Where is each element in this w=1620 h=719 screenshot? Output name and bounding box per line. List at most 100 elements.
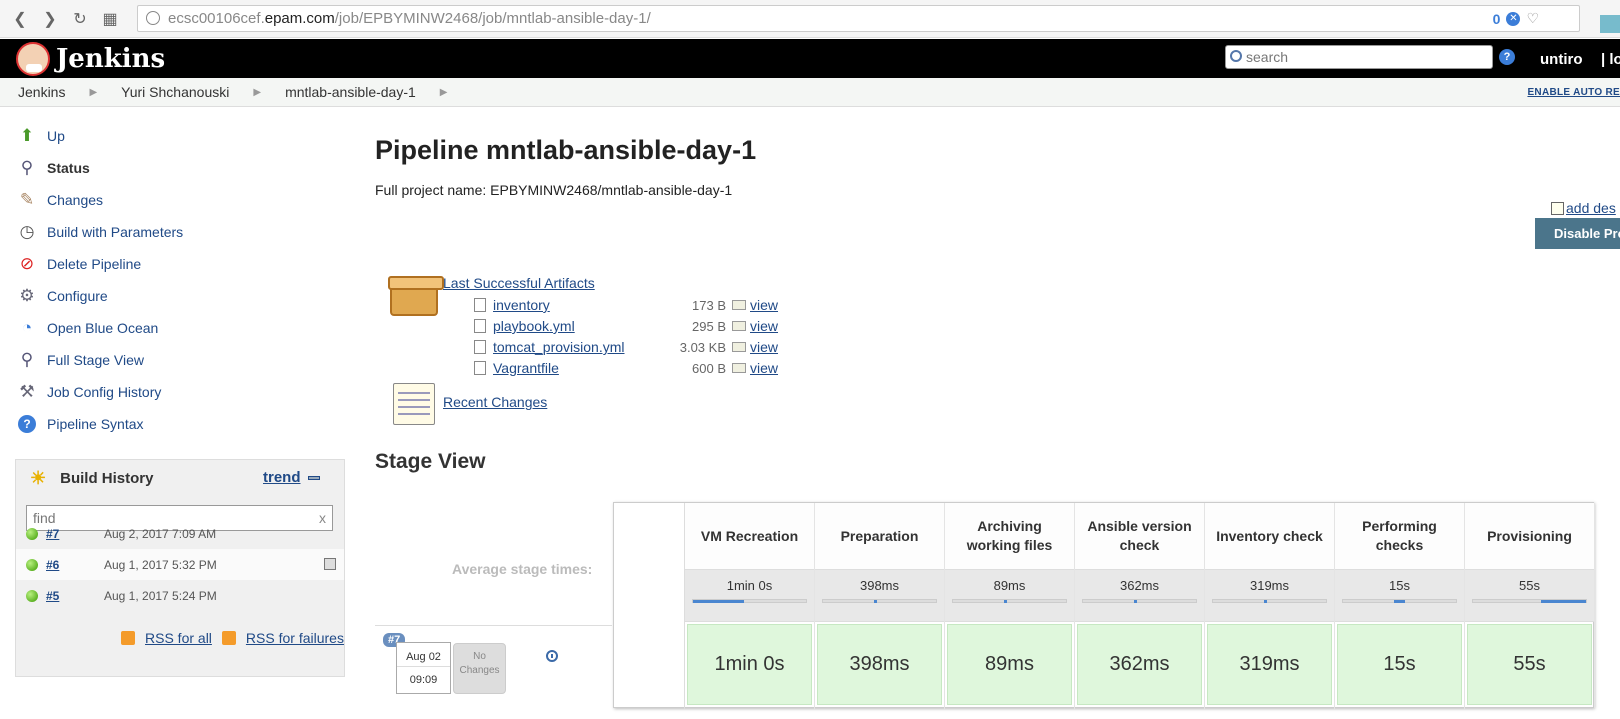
artifact-link[interactable]: playbook.yml [493, 318, 575, 334]
no-changes-box[interactable]: No Changes [453, 643, 506, 694]
reload-icon[interactable]: ↻ [65, 4, 95, 34]
site-info-icon[interactable] [146, 11, 160, 25]
stage-result-cell[interactable]: 15s [1337, 624, 1462, 705]
stage-header: Performing checks [1335, 503, 1464, 570]
view-link[interactable]: view [750, 297, 778, 313]
logout-link[interactable]: | lo [1601, 51, 1620, 68]
stage-average-bar [952, 599, 1067, 603]
build-number-link[interactable]: #6 [46, 558, 104, 572]
sidebar-item-delete-pipeline[interactable]: ⊘ Delete Pipeline [16, 248, 346, 280]
stage-average: 398ms [815, 570, 944, 622]
help-icon[interactable]: ? [1499, 49, 1515, 65]
back-icon[interactable]: ❮ [5, 4, 35, 34]
artifact-link[interactable]: tomcat_provision.yml [493, 339, 625, 355]
search-input[interactable]: search [1225, 45, 1493, 69]
stage-average: 89ms [945, 570, 1074, 622]
build-date[interactable]: Aug 1, 2017 5:24 PM [104, 589, 217, 603]
address-bar[interactable]: ecsc00106cef. epam.com/job/EPBYMINW2468/j… [137, 5, 1580, 32]
gear-icon: ⚙ [19, 286, 35, 305]
sidebar-item-status[interactable]: ⚲ Status [16, 152, 346, 184]
extension-icon[interactable] [1600, 15, 1620, 33]
stage-average-time: 319ms [1249, 578, 1290, 593]
sidebar-item-label[interactable]: Status [47, 160, 90, 176]
collapse-icon[interactable] [308, 476, 320, 480]
sidebar-item-configure[interactable]: ⚙ Configure [16, 280, 346, 312]
stage-average-time: 1min 0s [726, 578, 773, 593]
sidebar-item-label[interactable]: Up [47, 128, 65, 144]
stage-average-bar [1472, 599, 1587, 603]
sidebar-item-label[interactable]: Pipeline Syntax [47, 416, 144, 432]
sidebar-item-up[interactable]: ⬆ Up [16, 120, 346, 152]
stage-result-cell[interactable]: 319ms [1207, 624, 1332, 705]
disable-project-button[interactable]: Disable Pro [1535, 218, 1620, 249]
chevron-right-icon[interactable]: ▶ [253, 87, 261, 98]
run-time: 09:09 [409, 674, 438, 686]
fingerprint-icon [732, 300, 746, 310]
trend-link[interactable]: trend [263, 469, 301, 486]
enable-auto-refresh-link[interactable]: ENABLE AUTO RE [1527, 87, 1620, 98]
sidebar-item-full-stage-view[interactable]: ⚲ Full Stage View [16, 344, 346, 376]
sidebar-item-build-with-parameters[interactable]: ◷ Build with Parameters [16, 216, 346, 248]
sidebar-item-label[interactable]: Configure [47, 288, 108, 304]
stage-column: Performing checks 15s 15s [1335, 503, 1465, 709]
sidebar-item-label[interactable]: Build with Parameters [47, 224, 183, 240]
stage-column: Archiving working files 89ms 89ms [945, 503, 1075, 709]
forward-icon[interactable]: ❯ [35, 4, 65, 34]
info-icon[interactable] [546, 650, 558, 662]
sidebar-item-pipeline-syntax[interactable]: ? Pipeline Syntax [16, 408, 346, 440]
success-ball-icon [26, 527, 38, 540]
stage-average-bar [1082, 599, 1197, 603]
shield-icon[interactable]: ✕ [1506, 11, 1521, 26]
sidebar-item-label[interactable]: Delete Pipeline [47, 256, 141, 272]
breadcrumb-job[interactable]: mntlab-ansible-day-1 [285, 84, 416, 100]
stage-result-cell[interactable]: 1min 0s [687, 624, 812, 705]
breadcrumb-jenkins[interactable]: Jenkins [18, 84, 65, 100]
sidebar-item-label[interactable]: Open Blue Ocean [47, 320, 158, 336]
stage-result-cell[interactable]: 362ms [1077, 624, 1202, 705]
apps-grid-icon[interactable]: ▦ [95, 4, 125, 34]
build-number-link[interactable]: #7 [46, 527, 104, 541]
build-row: #7 Aug 2, 2017 7:09 AM [16, 518, 344, 549]
breadcrumb-user[interactable]: Yuri Shchanouski [121, 84, 229, 100]
rss-all-link[interactable]: RSS for all [145, 630, 212, 646]
view-link[interactable]: view [750, 360, 778, 376]
build-row: #5 Aug 1, 2017 5:24 PM [16, 580, 344, 611]
sidebar-item-label[interactable]: Changes [47, 192, 103, 208]
view-link[interactable]: view [750, 318, 778, 334]
stage-result-cell[interactable]: 89ms [947, 624, 1072, 705]
jenkins-logo[interactable]: Jenkins [16, 41, 165, 76]
view-link[interactable]: view [750, 339, 778, 355]
zero-badge-icon[interactable]: 0 [1493, 11, 1501, 27]
recent-changes-link[interactable]: Recent Changes [443, 394, 547, 410]
console-icon[interactable] [324, 558, 336, 570]
run-date: Aug 02 [397, 643, 450, 667]
artifact-link[interactable]: Vagrantfile [493, 360, 559, 376]
last-successful-artifacts-link[interactable]: Last Successful Artifacts [443, 275, 595, 291]
address-bar-actions: 0 ✕ ♡ [1493, 10, 1539, 27]
build-date[interactable]: Aug 2, 2017 7:09 AM [104, 527, 216, 541]
chevron-right-icon[interactable]: ▶ [440, 87, 448, 98]
artifact-link[interactable]: inventory [493, 297, 550, 313]
chevron-right-icon[interactable]: ▶ [89, 87, 97, 98]
sidebar-item-open-blue-ocean[interactable]: ◔ Open Blue Ocean [16, 312, 346, 344]
heart-icon[interactable]: ♡ [1526, 10, 1539, 27]
build-number-link[interactable]: #5 [46, 589, 104, 603]
package-icon [388, 276, 444, 316]
add-description-label: add des [1566, 200, 1616, 216]
user-link[interactable]: untiro [1540, 51, 1583, 68]
build-date[interactable]: Aug 1, 2017 5:32 PM [104, 558, 217, 572]
fingerprint-icon [732, 342, 746, 352]
stage-result-cell[interactable]: 55s [1467, 624, 1592, 705]
sidebar-item-changes[interactable]: ✎ Changes [16, 184, 346, 216]
average-stage-times-label: Average stage times: [452, 561, 593, 577]
sidebar-item-label[interactable]: Full Stage View [47, 352, 144, 368]
add-description-link[interactable]: add des [1551, 200, 1616, 216]
rss-failures-link[interactable]: RSS for failures [246, 630, 344, 646]
sidebar-item-label[interactable]: Job Config History [47, 384, 161, 400]
sidebar-item-job-config-history[interactable]: ⚒ Job Config History [16, 376, 346, 408]
stage-average-bar [1212, 599, 1327, 603]
stage-column: Ansible version check 362ms 362ms [1075, 503, 1205, 709]
stage-result-cell[interactable]: 398ms [817, 624, 942, 705]
artifact-size: 173 B [692, 297, 726, 313]
file-icon [474, 319, 486, 333]
